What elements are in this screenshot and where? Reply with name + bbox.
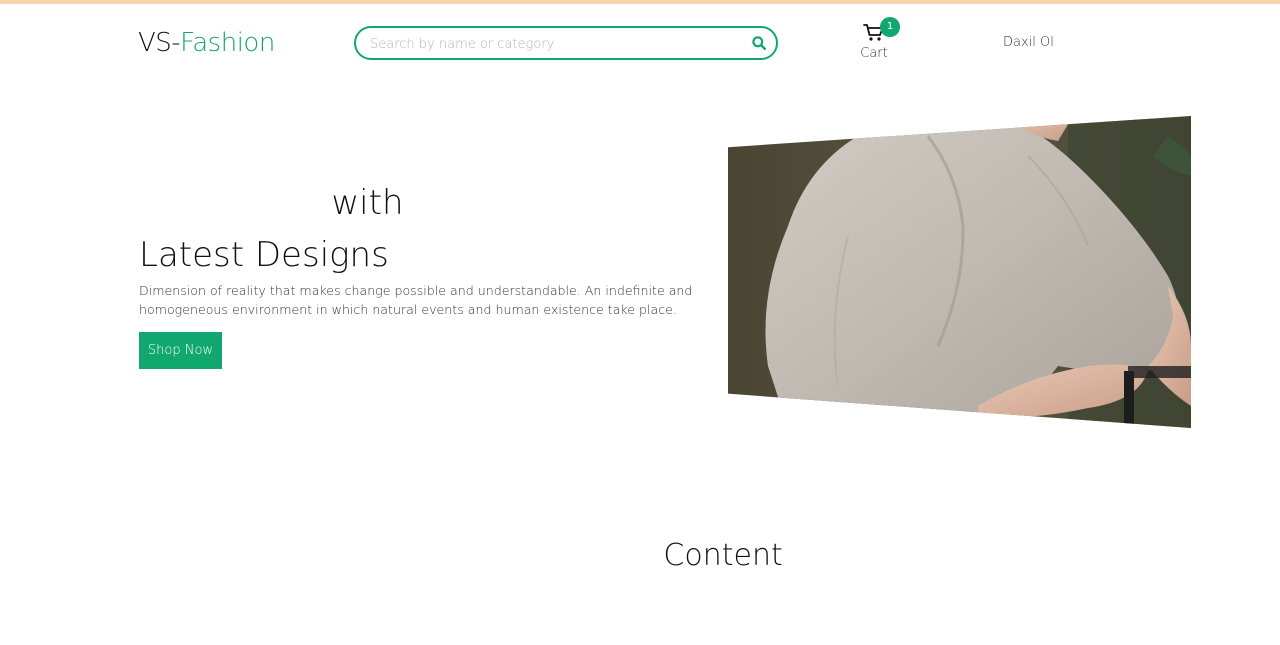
hero-title-rest: with bbox=[331, 183, 404, 223]
featured-heading: Featured Content bbox=[507, 533, 783, 579]
hero-description: Dimension of reality that makes change p… bbox=[139, 283, 693, 317]
cart-label: Cart bbox=[860, 46, 888, 61]
featured-heading-rest: Content bbox=[663, 538, 783, 573]
search-bar bbox=[354, 26, 778, 60]
logo-brand: Fashion bbox=[180, 28, 275, 58]
cart-count-badge: 1 bbox=[880, 17, 900, 37]
site-header: VS-Fashion 1 Cart Daxil Ol bbox=[0, 4, 1280, 82]
cart-button[interactable]: 1 Cart bbox=[852, 17, 900, 64]
hero-image bbox=[728, 116, 1191, 428]
search-icon[interactable] bbox=[751, 35, 767, 51]
hero-title-line2: Latest Designs bbox=[139, 235, 389, 275]
shop-now-button[interactable]: Shop Now bbox=[139, 332, 222, 369]
featured-heading-highlight: Featured bbox=[507, 533, 655, 579]
hero-title-highlight: Free Style bbox=[139, 178, 325, 228]
hero-photo bbox=[728, 116, 1191, 428]
logo-prefix: VS- bbox=[138, 28, 181, 58]
login-link[interactable]: Daxil Ol bbox=[1003, 35, 1054, 50]
hero-title: Free Style with Latest Designs bbox=[139, 178, 404, 280]
search-input[interactable] bbox=[370, 34, 740, 54]
site-logo[interactable]: VS-Fashion bbox=[138, 28, 275, 58]
